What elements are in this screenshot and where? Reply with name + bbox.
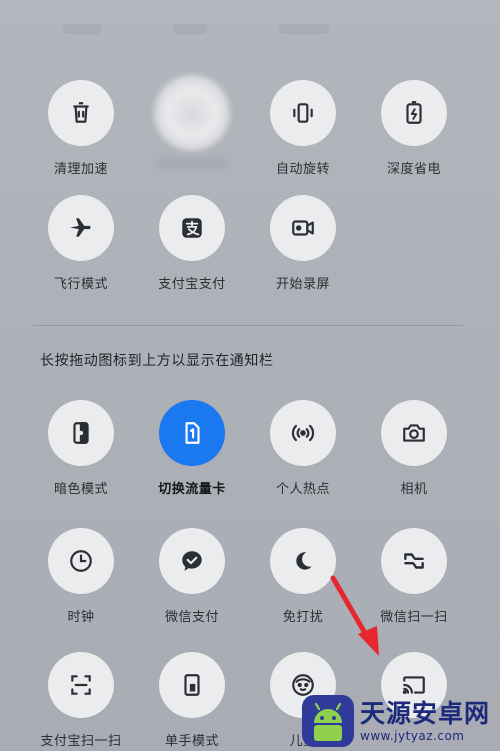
site-watermark: 天源安卓网 www.jytyaz.com xyxy=(300,693,498,749)
tile-alipay-label: 支付宝支付 xyxy=(158,277,226,292)
tile-power-saving-label: 深度省电 xyxy=(386,162,441,177)
video-icon xyxy=(292,220,314,236)
tile-alipay[interactable]: 支付宝支付 xyxy=(142,195,242,305)
tile-do-not-disturb-label: 免打扰 xyxy=(282,610,324,625)
section-divider xyxy=(33,325,463,326)
ghost-label xyxy=(172,24,208,34)
hotspot-icon xyxy=(291,424,315,442)
tile-cleanup-label: 清理加速 xyxy=(53,162,108,177)
ghost-label xyxy=(278,24,330,34)
tile-wechat-pay-button[interactable] xyxy=(159,528,225,594)
tile-airplane-button[interactable] xyxy=(48,195,114,261)
tile-dark-mode-label: 暗色模式 xyxy=(53,482,108,497)
quick-settings-panel: 清理加速 自动旋转 深度省电 飞行模式 支付宝支付 开始录屏 长按拖动图标到上方… xyxy=(0,0,500,751)
tile-blurred-label xyxy=(157,158,227,168)
tile-hotspot-button[interactable] xyxy=(270,400,336,466)
watermark-url: www.jytyaz.com xyxy=(360,729,465,743)
trash-icon xyxy=(73,102,89,123)
moon-icon xyxy=(296,552,312,570)
tile-clock-button[interactable] xyxy=(48,528,114,594)
tile-hotspot-label: 个人热点 xyxy=(275,482,330,497)
tile-screen-record[interactable]: 开始录屏 xyxy=(253,195,353,305)
tile-auto-rotate-button[interactable] xyxy=(270,80,336,146)
tile-hotspot[interactable]: 个人热点 xyxy=(253,400,353,510)
tile-wechat-pay[interactable]: 微信支付 xyxy=(142,528,242,638)
tile-camera-label: 相机 xyxy=(400,482,428,497)
tile-clock[interactable]: 时钟 xyxy=(31,528,131,638)
tile-camera[interactable]: 相机 xyxy=(364,400,464,510)
tile-power-saving-button[interactable] xyxy=(381,80,447,146)
tile-dark-mode[interactable]: 暗色模式 xyxy=(31,400,131,510)
tile-screen-record-label: 开始录屏 xyxy=(275,277,330,292)
android-logo-icon xyxy=(302,695,354,747)
tile-switch-sim-label: 切换流量卡 xyxy=(158,482,226,497)
camera-icon xyxy=(403,424,425,442)
tile-one-hand-button[interactable] xyxy=(159,652,225,718)
tile-alipay-scan-label: 支付宝扫一扫 xyxy=(40,734,122,749)
tile-wechat-pay-label: 微信支付 xyxy=(164,610,219,625)
watermark-title: 天源安卓网 xyxy=(360,699,491,728)
tile-cleanup-button[interactable] xyxy=(48,80,114,146)
tile-switch-sim-button[interactable] xyxy=(159,400,225,466)
tile-camera-button[interactable] xyxy=(381,400,447,466)
alipay-icon xyxy=(182,218,202,238)
battery-icon xyxy=(406,101,422,124)
tile-airplane-label: 飞行模式 xyxy=(53,277,108,292)
drag-hint-text: 长按拖动图标到上方以显示在通知栏 xyxy=(40,353,274,369)
rotate-icon xyxy=(293,103,313,123)
wechat-scan-icon xyxy=(404,553,424,569)
dark-mode-icon xyxy=(73,422,89,444)
one-hand-icon xyxy=(184,674,200,696)
tile-dark-mode-button[interactable] xyxy=(48,400,114,466)
tile-one-hand-label: 单手模式 xyxy=(164,734,219,749)
tile-cleanup[interactable]: 清理加速 xyxy=(31,80,131,190)
ghost-label xyxy=(62,24,102,34)
blurred-icon[interactable] xyxy=(154,75,230,151)
tile-power-saving[interactable]: 深度省电 xyxy=(364,80,464,190)
tile-blurred[interactable] xyxy=(142,75,242,190)
tile-alipay-scan-button[interactable] xyxy=(48,652,114,718)
tile-clock-label: 时钟 xyxy=(67,610,95,625)
red-arrow-annotation xyxy=(330,575,379,656)
tile-alipay-scan[interactable]: 支付宝扫一扫 xyxy=(31,652,131,751)
top-faded-labels xyxy=(0,0,500,44)
tile-switch-sim[interactable]: 切换流量卡 xyxy=(142,400,242,510)
tile-one-hand[interactable]: 单手模式 xyxy=(142,652,242,751)
tile-airplane[interactable]: 飞行模式 xyxy=(31,195,131,305)
clock-icon xyxy=(70,550,92,572)
wechat-pay-icon xyxy=(182,551,202,571)
tile-auto-rotate-label: 自动旋转 xyxy=(275,162,330,177)
alipay-scan-icon xyxy=(71,675,91,695)
tile-auto-rotate[interactable]: 自动旋转 xyxy=(253,80,353,190)
tile-alipay-button[interactable] xyxy=(159,195,225,261)
airplane-icon xyxy=(70,218,91,237)
tile-screen-record-button[interactable] xyxy=(270,195,336,261)
sim-card-icon xyxy=(185,422,200,444)
